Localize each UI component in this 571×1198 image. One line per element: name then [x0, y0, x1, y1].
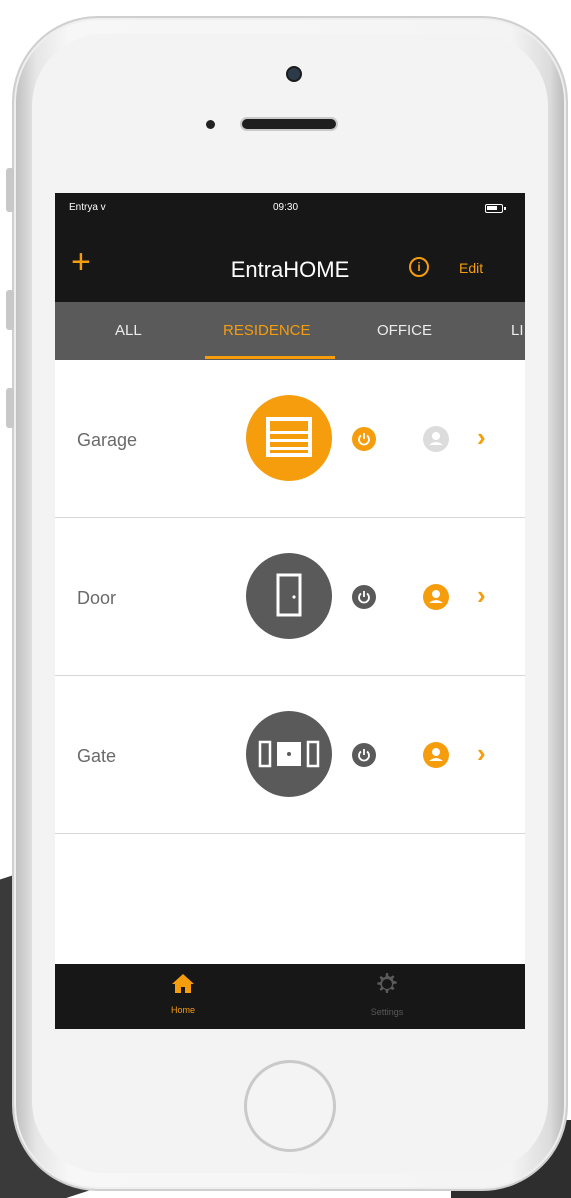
proximity-sensor — [206, 120, 215, 129]
device-list: Garage › Door › Gate › — [55, 360, 525, 834]
chevron-right-icon[interactable]: › — [477, 580, 486, 611]
power-icon[interactable] — [352, 585, 376, 609]
side-button — [6, 168, 14, 212]
home-icon — [172, 974, 194, 993]
device-label: Door — [77, 588, 117, 608]
chevron-right-icon[interactable]: › — [477, 738, 486, 769]
user-icon[interactable] — [423, 742, 449, 768]
status-bar: Entrya ᴠ 09:30 — [55, 193, 525, 223]
tab-residence[interactable]: RESIDENCE — [223, 322, 311, 339]
device-label: Gate — [77, 746, 117, 766]
gear-icon — [377, 973, 397, 993]
bottom-tab-bar: Home Settings — [55, 964, 525, 1029]
status-time: 09:30 — [273, 202, 299, 213]
chevron-right-icon[interactable]: › — [477, 422, 486, 453]
category-tabs: ALL RESIDENCE OFFICE LI — [55, 302, 525, 360]
power-icon[interactable] — [352, 743, 376, 767]
tab-home-label: Home — [170, 1005, 195, 1015]
tab-settings-label: Settings — [370, 1007, 404, 1017]
app-screen: Entrya ᴠ 09:30 + EntraHOME i Edit ALL RE… — [55, 193, 525, 1029]
device-row-gate[interactable]: Gate › — [55, 676, 525, 834]
side-button — [6, 290, 14, 330]
garage-door-icon[interactable] — [246, 395, 332, 481]
stage: Entrya ᴠ 09:30 + EntraHOME i Edit ALL RE… — [0, 0, 571, 1198]
home-button[interactable] — [244, 1060, 336, 1152]
device-label: Garage — [77, 430, 138, 450]
user-icon[interactable] — [423, 426, 449, 452]
edit-button[interactable]: Edit — [459, 260, 483, 276]
page-title: EntraHOME — [230, 257, 350, 282]
device-row-garage[interactable]: Garage › — [55, 360, 525, 518]
door-icon[interactable] — [246, 553, 332, 639]
active-tab-indicator — [205, 356, 335, 359]
front-camera — [286, 66, 302, 82]
tab-li[interactable]: LI — [511, 322, 524, 339]
tab-office[interactable]: OFFICE — [377, 322, 432, 339]
nav-bar: + EntraHOME i Edit — [55, 223, 525, 302]
gate-icon[interactable] — [246, 711, 332, 797]
power-icon[interactable] — [352, 427, 376, 451]
carrier-label: Entrya ᴠ — [69, 202, 106, 213]
tab-all[interactable]: ALL — [115, 322, 142, 339]
earpiece-speaker — [240, 117, 338, 131]
info-icon[interactable]: i — [409, 257, 429, 277]
tab-home[interactable]: Home — [153, 972, 213, 1015]
battery-icon — [485, 204, 506, 213]
device-row-door[interactable]: Door › — [55, 518, 525, 676]
tab-settings[interactable]: Settings — [357, 972, 417, 1017]
user-icon[interactable] — [423, 584, 449, 610]
side-button — [6, 388, 14, 428]
